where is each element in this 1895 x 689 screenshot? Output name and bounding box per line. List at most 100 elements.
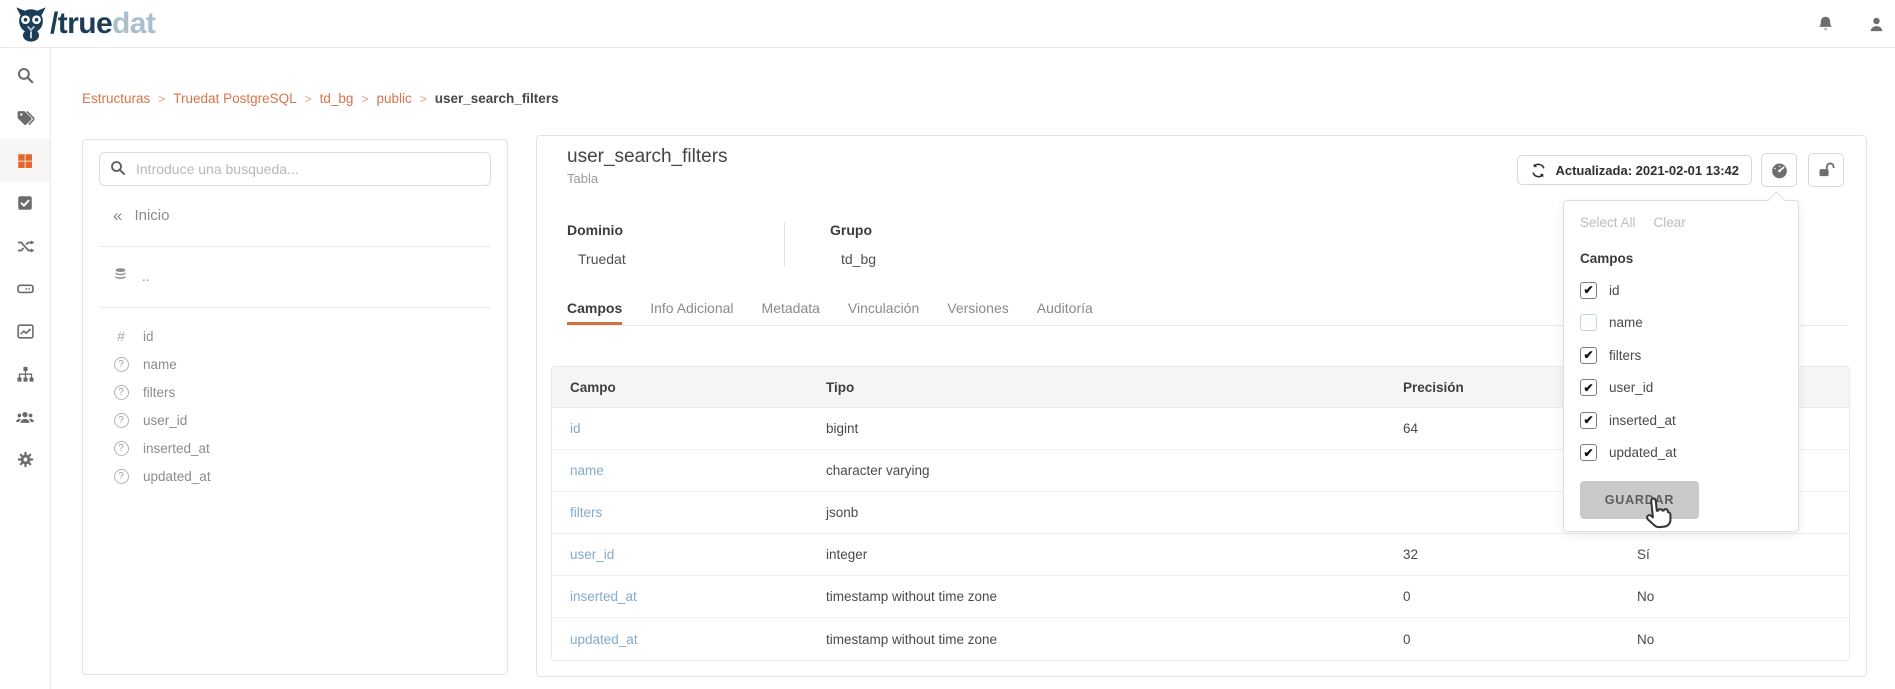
field-label: inserted_at: [143, 441, 210, 456]
checkbox-checked[interactable]: ✔: [1580, 412, 1597, 429]
field-label: id: [143, 329, 154, 344]
option-name[interactable]: name: [1580, 314, 1782, 331]
search-input[interactable]: [99, 152, 491, 186]
column-header-tipo: Tipo: [826, 380, 1403, 395]
campo-link[interactable]: id: [570, 421, 581, 436]
nullable-cell: No: [1637, 589, 1849, 604]
option-label: inserted_at: [1609, 413, 1676, 428]
campo-link[interactable]: updated_at: [570, 632, 638, 647]
group-block: Grupo td_bg: [785, 222, 876, 267]
sidebar-item-quality[interactable]: [0, 182, 50, 225]
field-list-item-user-id[interactable]: ? user_id: [83, 406, 507, 434]
checkbox-checked[interactable]: ✔: [1580, 379, 1597, 396]
page-title: user_search_filters: [567, 146, 728, 168]
sidebar-item-lineage[interactable]: [0, 225, 50, 268]
sidebar-item-structures-grid[interactable]: [0, 139, 50, 182]
home-label: Inicio: [134, 207, 169, 224]
option-label: user_id: [1609, 380, 1653, 395]
select-all-link[interactable]: Select All: [1580, 215, 1636, 230]
tipo-cell: character varying: [826, 463, 1403, 478]
sidebar-item-hierarchy[interactable]: [0, 353, 50, 396]
nullable-cell: No: [1637, 632, 1849, 647]
truedat-logo: /truedat: [12, 4, 155, 44]
user-menu-icon[interactable]: [1866, 14, 1887, 40]
sidebar-item-users[interactable]: [0, 396, 50, 439]
option-user-id[interactable]: ✔ user_id: [1580, 379, 1782, 396]
updated-at-button[interactable]: Actualizada: 2021-02-01 13:42: [1517, 155, 1752, 185]
checkbox-checked[interactable]: ✔: [1580, 444, 1597, 461]
campo-link[interactable]: user_id: [570, 547, 614, 562]
chart-line-icon: [16, 322, 35, 341]
sidebar-item-systems[interactable]: [0, 267, 50, 310]
breadcrumb-link-database[interactable]: td_bg: [320, 91, 354, 106]
field-list-item-id[interactable]: # id: [83, 322, 507, 350]
tab-campos[interactable]: Campos: [567, 300, 622, 325]
tipo-cell: timestamp without time zone: [826, 589, 1403, 604]
structure-header: user_search_filters Tabla: [567, 146, 728, 186]
users-icon: [15, 407, 35, 427]
checkbox-unchecked[interactable]: [1580, 314, 1597, 331]
field-label: filters: [143, 385, 175, 400]
field-selector-popover: Select All Clear Campos ✔ id name ✔ filt…: [1563, 200, 1799, 532]
icon-sidebar: [0, 48, 51, 689]
checkbox-checked[interactable]: ✔: [1580, 347, 1597, 364]
nav-home-row[interactable]: « Inicio: [83, 200, 507, 230]
notifications-bell-icon[interactable]: [1815, 14, 1836, 40]
breadcrumb-link-schema[interactable]: public: [376, 91, 411, 106]
campo-link[interactable]: name: [570, 463, 604, 478]
question-circle-icon: ?: [113, 413, 129, 428]
popover-actions: Select All Clear: [1580, 215, 1782, 230]
field-list-item-name[interactable]: ? name: [83, 350, 507, 378]
breadcrumb-separator-icon: >: [361, 92, 368, 106]
database-icon: [113, 267, 128, 285]
app-header: /truedat: [0, 0, 1895, 48]
tab-metadata[interactable]: Metadata: [762, 300, 820, 325]
field-selector-button[interactable]: [1761, 153, 1797, 187]
option-id[interactable]: ✔ id: [1580, 282, 1782, 299]
search-icon: [16, 66, 35, 85]
option-filters[interactable]: ✔ filters: [1580, 347, 1782, 364]
group-label: Grupo: [830, 222, 876, 238]
gear-icon: [16, 450, 35, 469]
breadcrumb-link-system[interactable]: Truedat PostgreSQL: [173, 91, 296, 106]
tipo-cell: bigint: [826, 421, 1403, 436]
precision-cell: 0: [1403, 632, 1637, 647]
tab-vinculacion[interactable]: Vinculación: [848, 300, 919, 325]
unlock-button[interactable]: [1808, 153, 1844, 187]
tab-auditoria[interactable]: Auditoría: [1037, 300, 1093, 325]
clear-link[interactable]: Clear: [1654, 215, 1686, 230]
unlock-icon: [1817, 161, 1836, 180]
checkbox-checked[interactable]: ✔: [1580, 282, 1597, 299]
field-list-item-updated-at[interactable]: ? updated_at: [83, 462, 507, 490]
sidebar-item-search[interactable]: [0, 54, 50, 97]
column-header-campo: Campo: [552, 380, 826, 395]
option-updated-at[interactable]: ✔ updated_at: [1580, 444, 1782, 461]
sidebar-item-charts[interactable]: [0, 310, 50, 353]
group-value: td_bg: [830, 251, 876, 267]
divider: [99, 246, 491, 247]
tipo-cell: integer: [826, 547, 1403, 562]
field-label: user_id: [143, 413, 187, 428]
structure-browser-panel: « Inicio .. # id ? name: [82, 139, 508, 675]
table-row: user_id integer 32 Sí: [552, 534, 1849, 576]
breadcrumb-link-estructuras[interactable]: Estructuras: [82, 91, 150, 106]
hash-icon: #: [113, 328, 129, 344]
sidebar-item-settings[interactable]: [0, 438, 50, 481]
sidebar-item-tags[interactable]: [0, 97, 50, 140]
precision-cell: 32: [1403, 547, 1637, 562]
campo-link[interactable]: filters: [570, 505, 602, 520]
tab-info-adicional[interactable]: Info Adicional: [650, 300, 733, 325]
campo-link[interactable]: inserted_at: [570, 589, 637, 604]
refresh-icon: [1530, 162, 1547, 179]
field-list-item-filters[interactable]: ? filters: [83, 378, 507, 406]
parent-schema-row[interactable]: ..: [83, 261, 507, 291]
parent-label: ..: [142, 269, 150, 284]
tab-versiones[interactable]: Versiones: [947, 300, 1008, 325]
domain-block: Dominio Truedat: [567, 222, 784, 267]
field-list-item-inserted-at[interactable]: ? inserted_at: [83, 434, 507, 462]
logo-wordmark: /truedat: [50, 4, 155, 44]
field-label: name: [143, 357, 177, 372]
tipo-cell: jsonb: [826, 505, 1403, 520]
sitemap-icon: [16, 365, 35, 384]
option-inserted-at[interactable]: ✔ inserted_at: [1580, 412, 1782, 429]
